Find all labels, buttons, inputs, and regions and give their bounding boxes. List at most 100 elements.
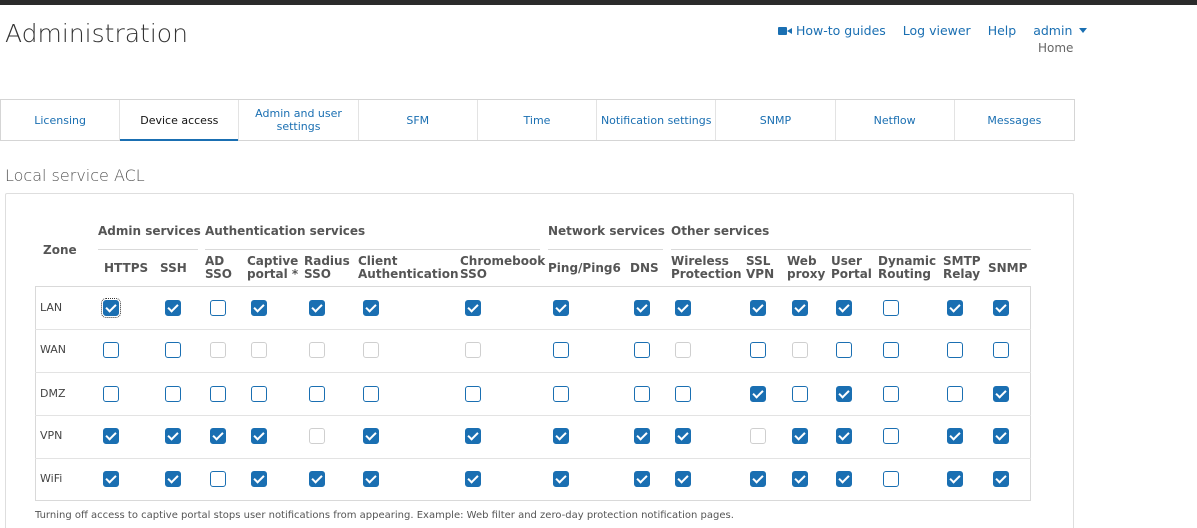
checkbox-wifi-radius-sso[interactable] [309, 471, 325, 487]
tab-device-access[interactable]: Device access [120, 100, 240, 141]
checkbox-dmz-ssl-vpn[interactable] [750, 386, 766, 402]
checkbox-vpn-ssh[interactable] [165, 428, 181, 444]
checkbox-lan-dynamic-routing[interactable] [883, 300, 899, 316]
tab-sfm[interactable]: SFM [359, 100, 478, 140]
checkbox-wifi-ping-ping6[interactable] [553, 471, 569, 487]
log-viewer-link[interactable]: Log viewer [903, 23, 971, 38]
row-divider [35, 329, 1031, 330]
checkbox-wifi-captive-portal[interactable] [251, 471, 267, 487]
checkbox-dmz-captive-portal[interactable] [251, 386, 267, 402]
column-header-line: SSO [460, 267, 487, 281]
tab-netflow[interactable]: Netflow [836, 100, 955, 140]
checkbox-wan-https[interactable] [103, 342, 119, 358]
checkbox-wifi-ad-sso[interactable] [210, 471, 226, 487]
tab-snmp[interactable]: SNMP [716, 100, 836, 140]
checkbox-vpn-web-proxy[interactable] [792, 428, 808, 444]
checkbox-vpn-dynamic-routing[interactable] [883, 428, 899, 444]
checkbox-lan-snmp[interactable] [993, 300, 1009, 316]
checkbox-lan-smtp-relay[interactable] [947, 300, 963, 316]
group-divider [671, 249, 1031, 250]
checkbox-vpn-wireless-protection[interactable] [675, 428, 691, 444]
checkbox-dmz-https[interactable] [103, 386, 119, 402]
checkbox-lan-ssl-vpn[interactable] [750, 300, 766, 316]
checkbox-wifi-wireless-protection[interactable] [675, 471, 691, 487]
checkbox-vpn-user-portal[interactable] [836, 428, 852, 444]
checkbox-wan-smtp-relay[interactable] [947, 342, 963, 358]
checkbox-lan-dns[interactable] [634, 300, 650, 316]
zone-label-vpn: VPN [40, 429, 63, 442]
checkbox-wifi-smtp-relay[interactable] [947, 471, 963, 487]
checkbox-lan-ping-ping6[interactable] [553, 300, 569, 316]
checkbox-wan-client-authentication [363, 342, 379, 358]
checkbox-vpn-captive-portal[interactable] [251, 428, 267, 444]
column-header-line: Ping/Ping6 [548, 261, 621, 275]
checkbox-dmz-dynamic-routing[interactable] [883, 386, 899, 402]
checkbox-dmz-ping-ping6[interactable] [553, 386, 569, 402]
checkbox-wifi-ssl-vpn[interactable] [750, 471, 766, 487]
checkbox-wifi-dns[interactable] [634, 471, 650, 487]
zone-label-dmz: DMZ [40, 387, 66, 400]
column-header-line: portal * [247, 267, 299, 281]
tab-time[interactable]: Time [478, 100, 598, 140]
checkbox-wifi-ssh[interactable] [165, 471, 181, 487]
caret-down-icon [1079, 28, 1088, 33]
checkbox-wan-ssh[interactable] [165, 342, 181, 358]
checkbox-wan-wireless-protection [675, 342, 691, 358]
checkbox-dmz-client-authentication[interactable] [363, 386, 379, 402]
tab-licensing[interactable]: Licensing [1, 100, 121, 140]
zone-label-wifi: WiFi [40, 472, 63, 485]
checkbox-vpn-ad-sso[interactable] [210, 428, 226, 444]
checkbox-lan-https[interactable] [101, 298, 121, 318]
tab-admin-user-settings[interactable]: Admin and user settings [239, 100, 359, 140]
checkbox-dmz-snmp[interactable] [993, 386, 1009, 402]
checkbox-wifi-dynamic-routing[interactable] [883, 471, 899, 487]
how-to-guides-link[interactable]: How-to guides [778, 23, 886, 38]
checkbox-lan-chromebook-sso[interactable] [465, 300, 481, 316]
zone-label-wan: WAN [40, 343, 67, 356]
checkbox-lan-client-authentication[interactable] [363, 300, 379, 316]
checkbox-dmz-radius-sso[interactable] [309, 386, 325, 402]
checkbox-lan-captive-portal[interactable] [251, 300, 267, 316]
checkbox-dmz-wireless-protection[interactable] [675, 386, 691, 402]
user-menu[interactable]: admin [1033, 23, 1088, 38]
checkbox-wan-user-portal[interactable] [836, 342, 852, 358]
checkbox-vpn-client-authentication[interactable] [363, 428, 379, 444]
checkbox-wifi-chromebook-sso[interactable] [465, 471, 481, 487]
checkbox-wan-ssl-vpn[interactable] [750, 342, 766, 358]
checkbox-dmz-user-portal[interactable] [836, 386, 852, 402]
checkbox-wifi-snmp[interactable] [993, 471, 1009, 487]
checkbox-vpn-dns[interactable] [634, 428, 650, 444]
checkbox-dmz-dns[interactable] [634, 386, 650, 402]
tab-messages[interactable]: Messages [955, 100, 1074, 140]
checkbox-lan-user-portal[interactable] [836, 300, 852, 316]
checkbox-wan-dynamic-routing[interactable] [883, 342, 899, 358]
help-link[interactable]: Help [988, 23, 1017, 38]
checkbox-wan-ping-ping6[interactable] [553, 342, 569, 358]
checkbox-wan-dns[interactable] [634, 342, 650, 358]
checkbox-vpn-chromebook-sso[interactable] [465, 428, 481, 444]
tab-notification-settings[interactable]: Notification settings [597, 100, 717, 140]
checkbox-lan-wireless-protection[interactable] [675, 300, 691, 316]
checkbox-wifi-https[interactable] [103, 471, 119, 487]
checkbox-wifi-client-authentication[interactable] [363, 471, 379, 487]
checkbox-dmz-smtp-relay[interactable] [947, 386, 963, 402]
checkbox-vpn-snmp[interactable] [993, 428, 1009, 444]
checkbox-vpn-ping-ping6[interactable] [553, 428, 569, 444]
checkbox-wifi-user-portal[interactable] [836, 471, 852, 487]
group-authentication-services: Authentication services [205, 224, 366, 238]
checkbox-lan-ad-sso[interactable] [210, 300, 226, 316]
checkbox-lan-web-proxy[interactable] [792, 300, 808, 316]
checkbox-dmz-web-proxy[interactable] [792, 386, 808, 402]
checkbox-vpn-https[interactable] [103, 428, 119, 444]
checkbox-lan-radius-sso[interactable] [309, 300, 325, 316]
column-header-line: SSO [304, 267, 331, 281]
column-header-line: Portal [831, 267, 872, 281]
checkbox-vpn-smtp-relay[interactable] [947, 428, 963, 444]
checkbox-lan-ssh[interactable] [165, 300, 181, 316]
checkbox-dmz-ssh[interactable] [165, 386, 181, 402]
checkbox-wan-snmp[interactable] [993, 342, 1009, 358]
admin-tabs: Licensing Device access Admin and user s… [0, 99, 1075, 141]
checkbox-wifi-web-proxy[interactable] [792, 471, 808, 487]
checkbox-dmz-chromebook-sso[interactable] [465, 386, 481, 402]
checkbox-dmz-ad-sso[interactable] [210, 386, 226, 402]
